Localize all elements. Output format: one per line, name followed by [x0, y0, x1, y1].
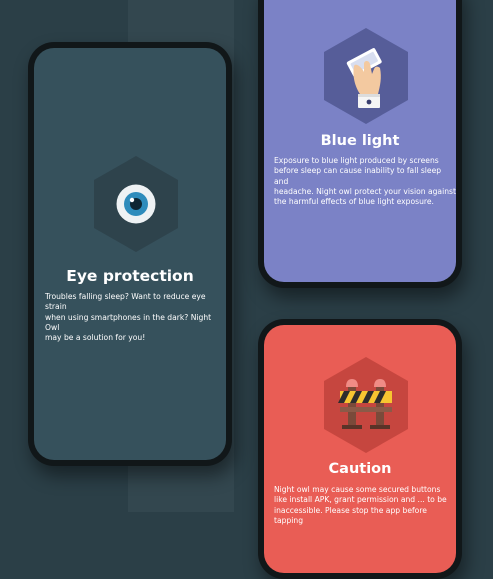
- phone-eye-protection: Eye protection Troubles falling sleep? W…: [28, 42, 232, 466]
- card-description: Exposure to blue light produced by scree…: [274, 156, 456, 207]
- barrier-hexagon: [324, 357, 408, 453]
- hand-hexagon: [324, 28, 408, 124]
- description-line: headache. Night owl protect your vision …: [274, 186, 456, 196]
- card-description: Troubles falling sleep? Want to reduce e…: [45, 292, 226, 343]
- description-line: like install APK, grant permission and .…: [274, 495, 447, 505]
- description-line: Troubles falling sleep? Want to reduce e…: [45, 292, 206, 312]
- phone-caution: Caution Night owl may cause some secured…: [258, 319, 462, 579]
- caution-screen: Caution Night owl may cause some secured…: [264, 325, 456, 573]
- description-line: Exposure to blue light produced by scree…: [274, 156, 439, 165]
- blue-light-screen: Blue light Exposure to blue light produc…: [264, 0, 456, 282]
- description-line: when using smartphones in the dark? Nigh…: [45, 312, 212, 332]
- eye-hexagon: [94, 156, 178, 252]
- card-title: Blue light: [320, 133, 400, 149]
- card-title: Eye protection: [66, 267, 194, 285]
- card-title: Caution: [328, 461, 392, 477]
- description-line: Night owl may cause some secured buttons: [274, 485, 441, 494]
- phone-blue-light: Blue light Exposure to blue light produc…: [258, 0, 462, 288]
- description-line: the harmful effects of blue light exposu…: [274, 197, 434, 207]
- eye-icon: [116, 184, 156, 224]
- eye-protection-screen: Eye protection Troubles falling sleep? W…: [34, 48, 226, 460]
- description-line: may be a solution for you!: [45, 333, 146, 343]
- description-line: before sleep can cause inability to fall…: [274, 166, 442, 186]
- description-line: inaccessible. Please stop the app before…: [274, 505, 427, 525]
- card-description: Night owl may cause some secured buttons…: [274, 485, 456, 526]
